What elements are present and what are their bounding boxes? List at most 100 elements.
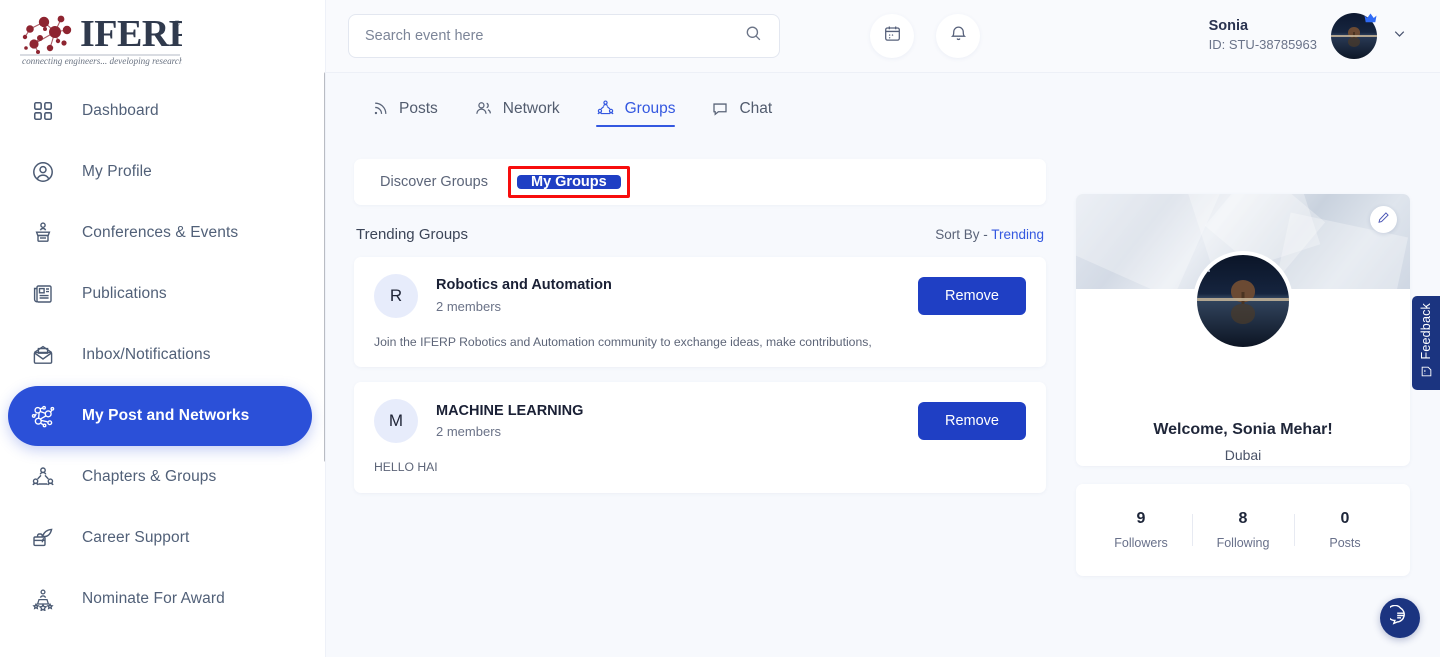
chevron-down-icon[interactable] bbox=[1391, 25, 1408, 47]
stat-label: Posts bbox=[1294, 536, 1396, 550]
list-title: Trending Groups bbox=[356, 226, 468, 243]
sidebar-nav: Dashboard My Profile bbox=[0, 74, 326, 629]
feedback-tab-button[interactable]: Feedback bbox=[1412, 296, 1440, 390]
feed-tabs: Posts Network bbox=[354, 99, 1408, 127]
sidebar-item-label: My Profile bbox=[82, 163, 152, 181]
stat-followers[interactable]: 9 Followers bbox=[1090, 510, 1192, 550]
group-name: MACHINE LEARNING bbox=[436, 401, 583, 423]
user-id: ID: STU-38785963 bbox=[1209, 36, 1317, 54]
right-rail: Welcome, Sonia Mehar! Dubai 9 Followers … bbox=[1076, 194, 1410, 576]
stat-label: Followers bbox=[1090, 536, 1192, 550]
search-input-wrap[interactable] bbox=[348, 14, 780, 58]
user-text: Sonia ID: STU-38785963 bbox=[1209, 17, 1317, 54]
group-meta: Robotics and Automation 2 members bbox=[436, 275, 612, 316]
stat-following[interactable]: 8 Following bbox=[1192, 510, 1294, 550]
user-menu[interactable]: Sonia ID: STU-38785963 bbox=[1209, 13, 1408, 59]
group-name: Robotics and Automation bbox=[436, 275, 612, 297]
calendar-icon bbox=[883, 24, 902, 48]
tab-label: Network bbox=[503, 100, 560, 118]
podium-icon bbox=[26, 216, 60, 250]
group-description: Join the IFERP Robotics and Automation c… bbox=[374, 333, 1026, 351]
svg-text:connecting engineers... develo: connecting engineers... developing resea… bbox=[22, 56, 182, 66]
rss-icon bbox=[372, 100, 389, 117]
sidebar-item-nominate-for-award[interactable]: Nominate For Award bbox=[8, 569, 312, 629]
svg-text:IFERP: IFERP bbox=[80, 13, 182, 55]
remove-group-button[interactable]: Remove bbox=[918, 277, 1026, 315]
group-card[interactable]: R Robotics and Automation 2 members Remo… bbox=[354, 257, 1046, 367]
search-icon[interactable] bbox=[744, 24, 763, 48]
stat-value: 9 bbox=[1090, 510, 1192, 528]
tab-posts[interactable]: Posts bbox=[372, 99, 438, 127]
sidebar-item-label: Publications bbox=[82, 285, 167, 303]
sidebar-item-label: Dashboard bbox=[82, 102, 159, 120]
pencil-icon bbox=[1377, 211, 1390, 229]
welcome-message: Welcome, Sonia Mehar! bbox=[1076, 421, 1410, 439]
sidebar: IFERP ® connecting engineers... developi… bbox=[0, 0, 326, 657]
sidebar-item-career-support[interactable]: Career Support bbox=[8, 508, 312, 568]
notifications-button[interactable] bbox=[936, 14, 980, 58]
award-stars-icon bbox=[26, 582, 60, 616]
edit-cover-button[interactable] bbox=[1370, 206, 1397, 233]
sort-control[interactable]: Sort By - Trending bbox=[935, 227, 1044, 242]
group-card[interactable]: M MACHINE LEARNING 2 members Remove HELL… bbox=[354, 382, 1046, 492]
sidebar-item-my-profile[interactable]: My Profile bbox=[8, 142, 312, 202]
tab-label: Chat bbox=[739, 100, 772, 118]
remove-group-button[interactable]: Remove bbox=[918, 402, 1026, 440]
stat-label: Following bbox=[1192, 536, 1294, 550]
group-avatar-initial: M bbox=[374, 399, 418, 443]
user-name: Sonia bbox=[1209, 17, 1317, 36]
brand-logo[interactable]: IFERP ® connecting engineers... developi… bbox=[0, 0, 326, 74]
profile-stats-card: 9 Followers 8 Following 0 Posts bbox=[1076, 484, 1410, 576]
tab-chat[interactable]: Chat bbox=[711, 99, 772, 127]
feedback-label: Feedback bbox=[1419, 303, 1433, 360]
svg-text:®: ® bbox=[174, 19, 180, 28]
tab-groups[interactable]: Groups bbox=[596, 99, 676, 127]
sidebar-item-label: Conferences & Events bbox=[82, 224, 238, 242]
group-avatar-initial: R bbox=[374, 274, 418, 318]
group-meta: MACHINE LEARNING 2 members bbox=[436, 401, 583, 442]
stat-value: 0 bbox=[1294, 510, 1396, 528]
people-group-icon bbox=[26, 460, 60, 494]
profile-location: Dubai bbox=[1076, 447, 1410, 463]
profile-avatar-ring bbox=[1193, 251, 1293, 351]
iferp-logo-icon: IFERP ® connecting engineers... developi… bbox=[14, 10, 182, 68]
stat-posts[interactable]: 0 Posts bbox=[1294, 510, 1396, 550]
avatar[interactable] bbox=[1331, 13, 1377, 59]
profile-avatar[interactable] bbox=[1197, 255, 1289, 347]
people-icon bbox=[474, 99, 493, 118]
main-area: Sonia ID: STU-38785963 bbox=[326, 0, 1440, 657]
group-description: HELLO HAI bbox=[374, 458, 1026, 476]
chat-bubble-icon bbox=[711, 100, 729, 118]
sidebar-item-my-post-and-networks[interactable]: My Post and Networks bbox=[8, 386, 312, 446]
chat-support-button[interactable] bbox=[1380, 598, 1420, 638]
sidebar-item-inbox-notifications[interactable]: Inbox/Notifications bbox=[8, 325, 312, 385]
subtab-my-groups[interactable]: My Groups bbox=[517, 175, 621, 189]
search-input[interactable] bbox=[365, 28, 744, 44]
chat-lines-icon bbox=[1390, 605, 1411, 631]
sort-value[interactable]: Trending bbox=[991, 227, 1044, 242]
subtab-discover-groups[interactable]: Discover Groups bbox=[366, 167, 502, 197]
sort-prefix-label: Sort By - bbox=[935, 227, 991, 242]
profile-card: Welcome, Sonia Mehar! Dubai bbox=[1076, 194, 1410, 466]
calendar-button[interactable] bbox=[870, 14, 914, 58]
group-member-count: 2 members bbox=[436, 422, 583, 442]
stat-value: 8 bbox=[1192, 510, 1294, 528]
sidebar-item-conferences-events[interactable]: Conferences & Events bbox=[8, 203, 312, 263]
feedback-note-icon bbox=[1420, 365, 1433, 383]
sidebar-item-label: Nominate For Award bbox=[82, 590, 225, 608]
grid-icon bbox=[26, 94, 60, 128]
tab-label: Posts bbox=[399, 100, 438, 118]
group-subtabs: Discover Groups My Groups bbox=[354, 159, 1046, 205]
tab-network[interactable]: Network bbox=[474, 99, 560, 127]
app-root: IFERP ® connecting engineers... developi… bbox=[0, 0, 1440, 657]
sidebar-item-label: Chapters & Groups bbox=[82, 468, 216, 486]
bell-icon bbox=[949, 24, 968, 48]
group-card-header: M MACHINE LEARNING 2 members Remove bbox=[374, 399, 1026, 443]
sidebar-item-chapters-groups[interactable]: Chapters & Groups bbox=[8, 447, 312, 507]
topbar: Sonia ID: STU-38785963 bbox=[326, 0, 1440, 73]
tab-label: Groups bbox=[625, 100, 676, 118]
list-header: Trending Groups Sort By - Trending bbox=[356, 226, 1044, 243]
sidebar-item-publications[interactable]: Publications bbox=[8, 264, 312, 324]
sidebar-item-dashboard[interactable]: Dashboard bbox=[8, 81, 312, 141]
envelope-icon bbox=[26, 338, 60, 372]
